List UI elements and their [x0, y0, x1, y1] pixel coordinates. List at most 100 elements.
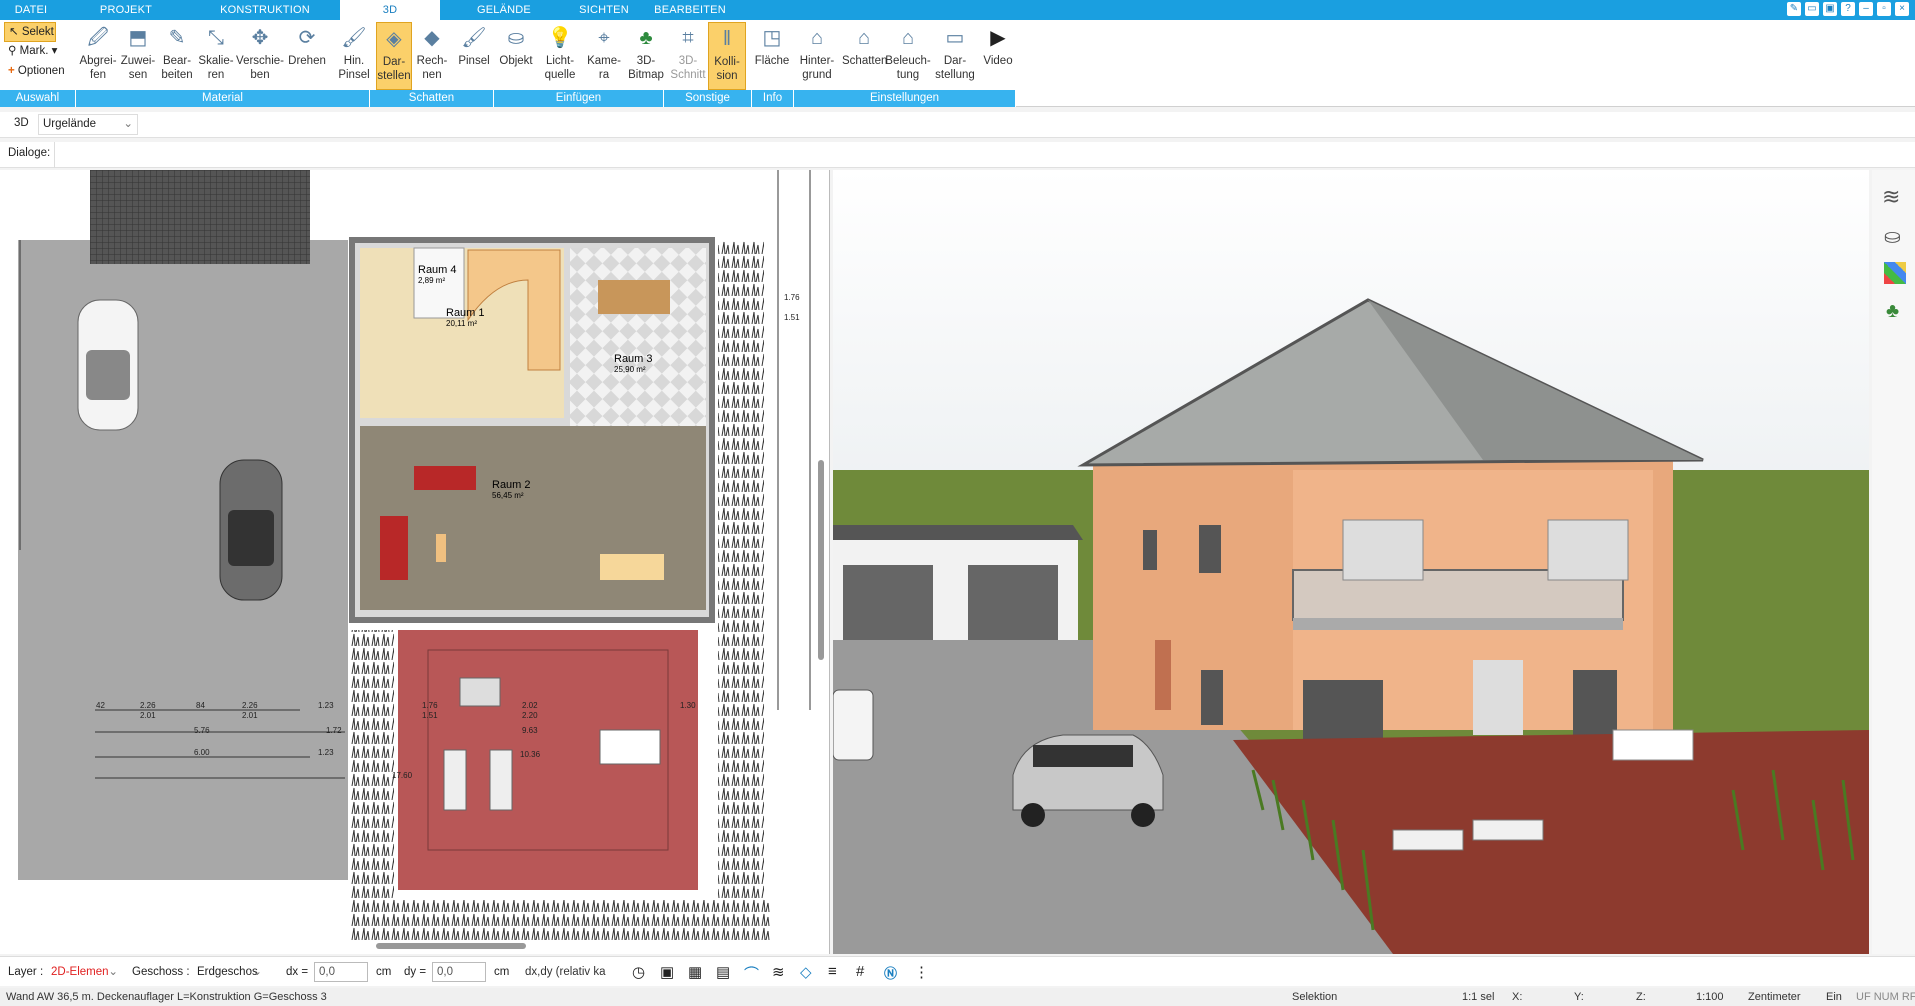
terrain-select[interactable]: Urgelände ⌄	[38, 114, 138, 135]
horizontal-scrollbar[interactable]	[376, 943, 526, 949]
tab-projekt[interactable]: PROJEKT	[62, 0, 190, 20]
dy-label: dy =	[404, 966, 427, 978]
ribbon-button-7[interactable]: ◈ Dar-stellen	[376, 22, 412, 90]
ribbon-button-1[interactable]: ⬒ Zuwei-sen	[118, 22, 158, 90]
plane-icon[interactable]: ◇	[800, 963, 818, 981]
ribbon-button-21[interactable]: ▶ Video	[978, 22, 1018, 90]
mark-button[interactable]: ⚲ Mark. ▾	[4, 42, 57, 60]
room-4-area: 2,89 m²	[418, 276, 445, 285]
ribbon-button-label-2: fen	[90, 69, 106, 81]
floor-plan-canvas: Raum 4 2,89 m² Raum 1 20,11 m² Raum 3 25…	[18, 170, 824, 949]
clock-icon[interactable]: ◷	[632, 963, 650, 981]
screen-icon[interactable]: ▣	[660, 963, 678, 981]
dim-label: 84	[196, 701, 205, 710]
ribbon-button-2[interactable]: ✎ Bear-beiten	[158, 22, 196, 90]
brush-icon: 🖌	[461, 27, 487, 49]
tab-bearbeiten[interactable]: BEARBEITEN	[640, 0, 740, 20]
ribbon-button-11[interactable]: 💡 Licht-quelle	[540, 22, 580, 90]
dx-input[interactable]: 0,0	[314, 962, 368, 982]
car-white-3d	[833, 689, 874, 761]
optionen-button[interactable]: + Optionen	[4, 62, 65, 80]
ribbon-button-10[interactable]: ⛀ Objekt	[494, 22, 538, 90]
layout-icon[interactable]: ▣	[1823, 2, 1837, 16]
ribbon-button-label: Schatten	[842, 55, 888, 67]
assign-icon: ⬒	[128, 27, 148, 49]
chair-icon[interactable]: ⛀	[1884, 224, 1901, 249]
snap-icon[interactable]: ⌒	[744, 963, 762, 983]
grid-icon[interactable]: #	[856, 963, 874, 981]
object-icon[interactable]: ▤	[716, 963, 734, 981]
room-2-label: Raum 2	[492, 479, 531, 491]
hatch-icon[interactable]: ≋	[772, 963, 790, 981]
chair-icon: ⛀	[507, 27, 525, 49]
folder-icon[interactable]: ▭	[1805, 2, 1819, 16]
dim-label: 2.01	[140, 711, 156, 720]
ribbon-button-5[interactable]: ⟳ Drehen	[284, 22, 330, 90]
tab-datei[interactable]: DATEI	[0, 0, 62, 20]
dim-label: 2.20	[522, 711, 538, 720]
tools-icon[interactable]: ✎	[1787, 2, 1801, 16]
collision-icon: ǁ	[722, 28, 732, 50]
ribbon-tab-bar: DATEI PROJEKT KONSTRUKTION 3D GELÄNDE SI…	[0, 0, 1915, 20]
close-icon[interactable]: ×	[1895, 2, 1909, 16]
ribbon-button-17[interactable]: ⌂ Hinter-grund	[796, 22, 838, 90]
dy-input[interactable]: 0,0	[432, 962, 486, 982]
selekt-button[interactable]: ↖ Selekt	[4, 22, 56, 42]
scale-icon: ⤡	[208, 27, 224, 49]
chevron-down-icon: ⌄	[108, 966, 118, 978]
ribbon-button-label: Rech-	[416, 55, 448, 67]
room-2-floor	[360, 426, 706, 610]
tab-konstruktion[interactable]: KONSTRUKTION	[190, 0, 340, 20]
layer-select[interactable]: 2D-Elemen ⌄	[46, 962, 122, 982]
ribbon-button-label-2: stellung	[935, 69, 975, 81]
ribbon-button-20[interactable]: ▭ Dar-stellung	[934, 22, 976, 90]
ribbon-button-12[interactable]: ⌖ Kame-ra	[584, 22, 624, 90]
ribbon-button-13[interactable]: ♣ 3D- Bitmap	[626, 22, 666, 90]
minimize-icon[interactable]: –	[1859, 2, 1873, 16]
dxdy-mode-select[interactable]: dx,dy (relativ ka	[520, 962, 620, 982]
geschoss-select[interactable]: Erdgeschos ⌄	[192, 962, 266, 982]
north-icon[interactable]: Ⓝ	[884, 963, 902, 981]
ribbon-button-16[interactable]: ◳ Fläche	[752, 22, 792, 90]
background-icon: ⌂	[810, 27, 824, 49]
help-icon[interactable]: ?	[1841, 2, 1855, 16]
layers-toggle-icon[interactable]: ≡	[828, 963, 846, 981]
tab-gelaende[interactable]: GELÄNDE	[440, 0, 568, 20]
materials-icon[interactable]	[1884, 262, 1906, 284]
floor-plan-view[interactable]: Raum 4 2,89 m² Raum 1 20,11 m² Raum 3 25…	[0, 170, 830, 954]
status-unit: Zentimeter	[1748, 991, 1801, 1003]
ribbon-button-14[interactable]: ⌗ 3D- Schnitt	[670, 22, 706, 90]
ribbon-button-6[interactable]: 🖌 Hin. Pinsel	[334, 22, 374, 90]
tab-sichten[interactable]: SICHTEN	[568, 0, 640, 20]
ribbon-button-label: 3D-	[636, 55, 656, 67]
3d-view[interactable]	[833, 170, 1869, 954]
dim-label: 10.36	[520, 750, 541, 759]
more-options-icon[interactable]: ⋮	[914, 963, 932, 981]
tree-icon[interactable]: ♣	[1886, 300, 1899, 323]
ribbon-button-15[interactable]: ǁ Kolli-sion	[708, 22, 746, 90]
ribbon-button-9[interactable]: 🖌 Pinsel	[454, 22, 494, 90]
ribbon-button-4[interactable]: ✥ Verschie-ben	[236, 22, 284, 90]
room-1-label: Raum 1	[446, 307, 485, 319]
ribbon-button-label: Abgrei-	[79, 55, 117, 67]
grid-move-icon[interactable]: ▦	[688, 963, 706, 981]
layers-icon[interactable]: ≋	[1882, 184, 1900, 210]
sun-lounger-2	[489, 749, 513, 811]
group-schatten: Schatten	[370, 90, 494, 107]
ribbon-button-0[interactable]: 🖉 Abgrei-fen	[78, 22, 118, 90]
ribbon-button-label: 3D-	[678, 55, 698, 67]
table-room-2	[600, 554, 664, 580]
ribbon-button-19[interactable]: ⌂ Beleuch-tung	[884, 22, 932, 90]
side-table	[436, 534, 446, 562]
tab-3d[interactable]: 3D	[340, 0, 440, 20]
maximize-icon[interactable]: ▫	[1877, 2, 1891, 16]
window-controls: ✎ ▭ ▣ ? – ▫ ×	[1787, 2, 1909, 16]
status-flags: UF NUM RF	[1856, 991, 1915, 1003]
sunbed-3d-2	[1472, 819, 1544, 841]
ribbon-button-18[interactable]: ⌂ Schatten	[842, 22, 888, 90]
ribbon-button-label: Kame-	[587, 55, 621, 67]
ribbon-button-8[interactable]: ◆ Rech-nen	[414, 22, 450, 90]
ribbon-button-3[interactable]: ⤡ Skalie-ren	[196, 22, 236, 90]
dim-label: 6.00	[194, 748, 210, 757]
vertical-scrollbar[interactable]	[818, 460, 824, 660]
